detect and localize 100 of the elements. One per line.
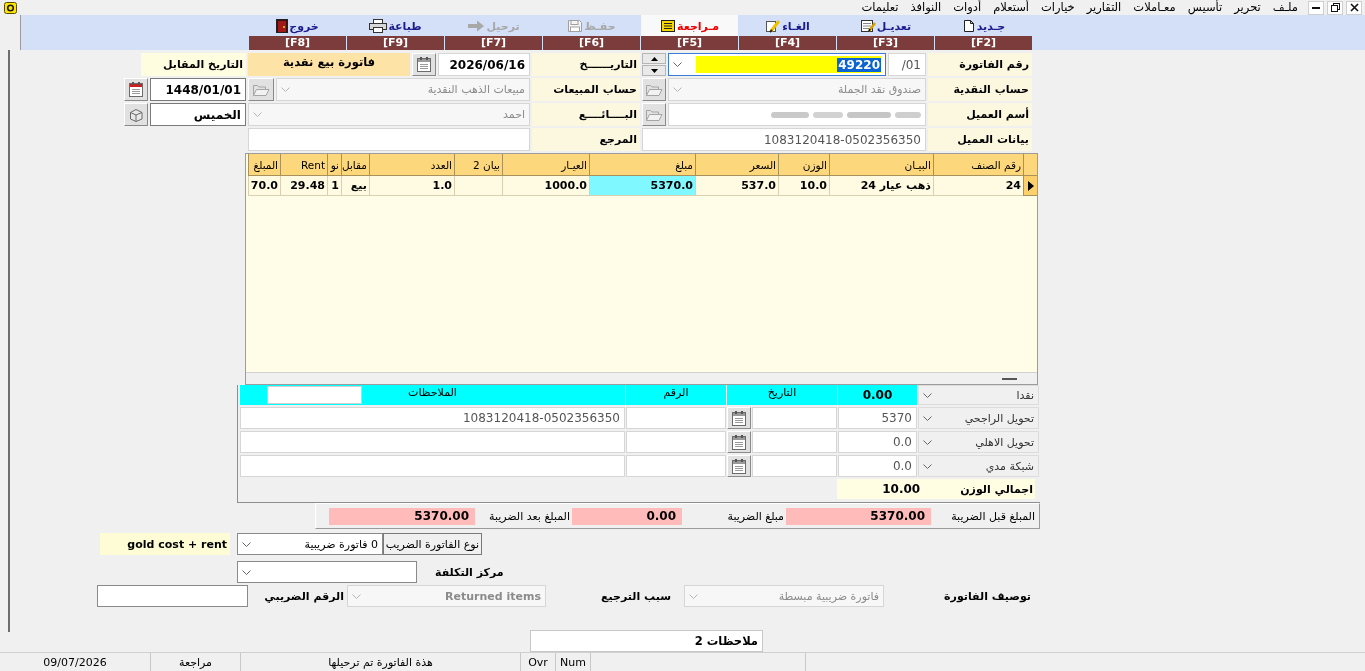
field-label: المرجع — [532, 128, 640, 151]
customer-info-field[interactable]: 1083120418-0502356350 — [642, 128, 926, 151]
menu-item[interactable]: تحرير — [1228, 0, 1267, 15]
amount-field: 5370.00 — [329, 507, 475, 525]
reference-number-field[interactable] — [626, 431, 726, 453]
calendar-icon — [129, 82, 143, 97]
menu-item[interactable]: تأسيس — [1181, 0, 1229, 15]
date-field[interactable] — [752, 407, 837, 429]
field-label: مركز التكلفة — [434, 564, 505, 581]
invoice-prefix-field[interactable]: /01 — [888, 53, 926, 76]
status-text: Ovr — [528, 655, 548, 669]
payment-method-dropdown[interactable]: تحويل الاهلي — [918, 431, 1039, 453]
table-cell: 70.0 — [248, 176, 280, 196]
calendar-button[interactable] — [124, 78, 148, 101]
hijri-date-field[interactable]: 1448/01/01 — [150, 78, 246, 101]
list-document-icon — [660, 19, 676, 33]
menu-item[interactable]: تعليمات — [855, 0, 905, 15]
menu-item[interactable]: أستعلام — [987, 0, 1036, 15]
amount-field[interactable]: 0.0 — [838, 455, 917, 477]
table-cell: 29.48 — [280, 176, 327, 196]
splitter-grip-icon — [1002, 377, 1017, 380]
close-button[interactable] — [1346, 0, 1362, 15]
field-label: أسم العميل — [928, 103, 1032, 126]
payment-method-dropdown[interactable]: شبكة مدي — [918, 455, 1039, 477]
reference-field[interactable] — [248, 128, 530, 151]
menu-item[interactable]: خيارات — [1035, 0, 1081, 15]
invoice-type-label: فاتورة بيع نقدية — [248, 53, 410, 76]
payment-method-dropdown[interactable]: تحويل الراجحي — [918, 407, 1039, 429]
date-field[interactable] — [752, 455, 837, 477]
menu-item[interactable]: أدوات — [947, 0, 988, 15]
date-field[interactable]: 2026/06/16 — [438, 53, 530, 76]
spin-up-button[interactable] — [642, 53, 666, 64]
notepad-pencil-icon — [859, 19, 876, 33]
menu-item[interactable]: التقارير — [1080, 0, 1128, 15]
folder-button[interactable] — [248, 78, 274, 101]
box-button[interactable] — [124, 103, 148, 126]
calendar-button[interactable] — [727, 407, 751, 429]
column-header: مبلغ — [589, 154, 695, 176]
menu-item[interactable]: النوافذ — [904, 0, 948, 15]
column-header: نو — [327, 154, 341, 176]
restore-icon — [1330, 3, 1340, 12]
calendar-icon — [732, 434, 746, 450]
field-label: الرقم الضريبي — [263, 588, 345, 605]
triangle-up-icon — [650, 56, 658, 61]
minimize-icon — [1312, 6, 1320, 9]
column-header: بيان 2 — [454, 154, 502, 176]
input-field[interactable] — [267, 386, 362, 404]
cash-amount-field[interactable]: 0.00 — [838, 385, 917, 405]
folder-button[interactable] — [642, 103, 666, 126]
close-icon — [1349, 3, 1359, 12]
amount-field[interactable]: 0.0 — [838, 431, 917, 453]
total-label: المبلغ بعد الضريبة — [488, 509, 571, 523]
notes-field[interactable]: 1083120418-0502356350 — [240, 407, 625, 429]
field-label: نوع الفاتورة الضريب — [383, 533, 482, 555]
cost-center-dropdown[interactable] — [237, 561, 417, 583]
total-weight-label: اجمالي الوزن — [960, 482, 1034, 496]
field-label: بيانات العميل — [928, 128, 1032, 151]
field-label: حساب النقدية — [928, 78, 1032, 101]
amount-field[interactable]: 5370 — [838, 407, 917, 429]
menu-item[interactable]: معـاملات — [1127, 0, 1182, 15]
column-header: السعر — [695, 154, 778, 176]
status-text: 09/07/2026 — [43, 655, 107, 669]
calendar-button[interactable] — [727, 431, 751, 453]
reference-number-field[interactable] — [626, 455, 726, 477]
chevron-down-icon — [923, 392, 932, 398]
chevron-down-icon — [352, 593, 361, 599]
restore-button[interactable] — [1327, 0, 1343, 15]
table-cell: 537.0 — [695, 176, 778, 196]
customer-name-field[interactable] — [668, 103, 926, 126]
notes-field[interactable]: ملاحظات 2 — [530, 630, 763, 652]
calendar-button[interactable] — [412, 53, 436, 76]
calendar-icon — [732, 410, 746, 426]
column-header: رقم الصنف — [933, 154, 1023, 176]
date-field[interactable] — [752, 431, 837, 453]
status-text: هذة الفاتورة تم ترحيلها — [328, 655, 433, 669]
row-pointer-icon — [1027, 180, 1034, 191]
column-header: Rent — [280, 154, 327, 176]
chevron-down-icon — [923, 439, 932, 445]
notes-field[interactable] — [240, 431, 625, 453]
spin-down-button[interactable] — [642, 65, 666, 76]
column-header: الوزن — [778, 154, 829, 176]
pencil-icon — [765, 19, 782, 33]
column-header: التاريخ — [727, 385, 837, 405]
printer-icon — [369, 19, 388, 33]
calendar-button[interactable] — [727, 455, 751, 477]
tax-invoice-type-dropdown[interactable]: 0 فاتورة ضريبية — [237, 533, 383, 555]
status-text: Num — [560, 655, 586, 669]
minimize-button[interactable] — [1308, 0, 1324, 15]
chevron-down-icon — [923, 415, 932, 421]
invoice-number-dropdown[interactable]: 49220 — [668, 53, 886, 76]
reference-number-field[interactable] — [626, 407, 726, 429]
tax-number-field[interactable] — [97, 585, 248, 607]
menu-item[interactable]: ملـف — [1266, 0, 1304, 15]
app-icon — [4, 1, 17, 14]
chevron-down-icon — [253, 112, 262, 117]
notes-field[interactable] — [240, 455, 625, 477]
column-header: العيـار — [502, 154, 589, 176]
chevron-down-icon — [673, 87, 682, 92]
day-field[interactable]: الخميس — [150, 103, 246, 126]
payment-method-dropdown[interactable]: نقدا — [918, 385, 1039, 405]
